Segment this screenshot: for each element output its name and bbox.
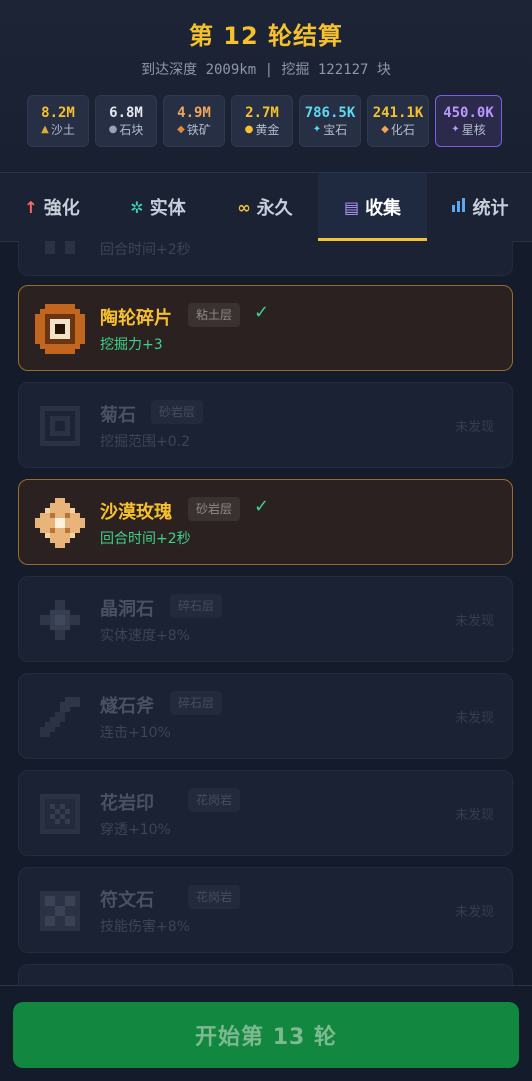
resource-label: 化石 (390, 123, 415, 137)
resource-iron: 4.9M ◆ 铁矿 (163, 95, 225, 147)
resource-value: 241.1K (372, 105, 424, 121)
summary-header: 第 12 轮结算 到达深度 2009km | 挖掘 122127 块 8.2M … (0, 0, 532, 172)
item-status: 未发现 (454, 711, 494, 726)
collection-item[interactable]: 陶轮碎片 粘土层 ✓ 挖掘力+3 (18, 285, 513, 371)
star-core-icon: ✦ (451, 124, 460, 135)
collection-item[interactable]: 晶洞石 碎石层 实体速度+8% 未发现 (18, 576, 513, 662)
item-name: 花岩印 (100, 793, 154, 814)
resource-value: 8.2M (41, 105, 75, 121)
item-effect: 回合时间+2秒 (100, 242, 191, 258)
item-name: 沙漠玫瑰 (100, 502, 172, 523)
item-layer-badge: 碎石层 (170, 594, 223, 618)
item-name: 晶洞石 (100, 599, 154, 620)
resource-label: 宝石 (323, 123, 348, 137)
resource-gold: 2.7M ● 黄金 (231, 95, 293, 147)
sand-icon: ▲ (41, 124, 49, 135)
list-icon: ▤ (343, 197, 360, 217)
depth-summary: 到达深度 2009km | 挖掘 122127 块 (141, 62, 391, 78)
resource-value: 786.5K (304, 105, 356, 121)
resource-label: 石块 (119, 123, 144, 137)
tab-permanent[interactable]: ∞ 永久 (212, 173, 318, 241)
ammonite-icon (40, 406, 80, 446)
item-layer-badge: 砂岩层 (188, 497, 241, 521)
resource-value: 2.7M (245, 105, 279, 121)
resource-label: 星核 (461, 123, 486, 137)
iron-ore-icon: ◆ (177, 124, 185, 135)
item-effect: 连击+10% (100, 725, 171, 741)
resource-value: 6.8M (109, 105, 143, 121)
item-effect: 回合时间+2秒 (100, 531, 191, 547)
item-effect: 技能伤害+8% (100, 919, 190, 935)
item-effect: 实体速度+8% (100, 628, 190, 644)
item-layer-badge: 碎石层 (170, 691, 223, 715)
item-status: 未发现 (454, 905, 494, 920)
item-name: 陶轮碎片 (100, 308, 172, 329)
collected-check-icon: ✓ (254, 496, 270, 517)
tab-upgrade[interactable]: ↑ 強化 (0, 173, 104, 241)
tab-bar: ↑ 強化 ✲ 实体 ∞ 永久 ▤ 收集 统计 (0, 172, 532, 242)
resource-fossil: 241.1K ◆ 化石 (367, 95, 429, 147)
resource-star-core: 450.0K ✦ 星核 (435, 95, 502, 147)
item-layer-badge: 花岗岩 (188, 788, 241, 812)
geode-icon (40, 600, 80, 640)
item-status: 未发现 (454, 420, 494, 435)
resource-label: 铁矿 (186, 123, 211, 137)
gem-icon: ✦ (312, 124, 322, 135)
start-next-round-button[interactable]: 开始第 13 轮 (13, 1002, 519, 1068)
desert-rose-icon (35, 498, 85, 548)
flint-axe-icon (40, 697, 80, 737)
resource-label: 黄金 (255, 123, 280, 137)
footer-bar: 开始第 13 轮 (0, 985, 532, 1081)
item-effect: 挖掘范围+0.2 (100, 434, 190, 450)
resource-sand: 8.2M ▲ 沙土 (27, 95, 89, 147)
item-name: 燧石斧 (100, 696, 154, 717)
bar-chart-icon (451, 197, 467, 217)
item-name: 符文石 (100, 890, 154, 911)
item-layer-badge: 粘土层 (188, 303, 241, 327)
resource-rock: 6.8M ● 石块 (95, 95, 157, 147)
gold-icon: ● (244, 124, 254, 135)
resource-value: 450.0K (443, 105, 494, 121)
tab-label: 永久 (256, 198, 293, 219)
collection-list[interactable]: 回合时间+2秒 陶轮碎片 粘土层 ✓ 挖掘力+3 菊石 砂岩层 挖掘范围+0.2… (0, 241, 532, 985)
item-status: 未发现 (454, 808, 494, 823)
collection-item[interactable]: 沙漠玫瑰 砂岩层 ✓ 回合时间+2秒 (18, 479, 513, 565)
collection-item[interactable]: 符文石 花岗岩 技能伤害+8% 未发现 (18, 867, 513, 953)
collection-item[interactable]: 燧石斧 碎石层 连击+10% 未发现 (18, 673, 513, 759)
item-layer-badge: 花岗岩 (188, 885, 241, 909)
rock-icon: ● (108, 124, 118, 135)
round-title: 第 12 轮结算 (188, 22, 344, 50)
resource-list: 8.2M ▲ 沙土 6.8M ● 石块 4.9M ◆ 铁矿 2.7M ● 黄金 786.… (27, 95, 502, 147)
tab-label: 统计 (472, 198, 509, 219)
tab-label: 实体 (149, 198, 186, 219)
rune-stone-icon (40, 891, 80, 931)
item-layer-badge: 砂岩层 (151, 400, 204, 424)
fossil-icon: ◆ (381, 124, 389, 135)
tab-label: 收集 (365, 198, 402, 219)
resource-value: 4.9M (177, 105, 211, 121)
tab-stats[interactable]: 统计 (427, 173, 532, 241)
resource-gem: 786.5K ✦ 宝石 (299, 95, 361, 147)
tab-entity[interactable]: ✲ 实体 (104, 173, 212, 241)
collection-item[interactable]: 花岩印 花岗岩 穿透+10% 未发现 (18, 770, 513, 856)
gear-icon: ✲ (130, 197, 144, 217)
granite-seal-icon (40, 794, 80, 834)
collected-check-icon: ✓ (254, 302, 270, 323)
item-effect: 挖掘力+3 (100, 337, 163, 353)
infinity-icon: ∞ (237, 197, 251, 217)
item-effect: 穿透+10% (100, 822, 171, 838)
tab-collection[interactable]: ▤ 收集 (318, 173, 427, 241)
collection-item[interactable] (18, 964, 513, 985)
arrow-up-icon: ↑ (24, 197, 38, 217)
resource-label: 沙土 (50, 123, 75, 137)
pottery-shard-icon (35, 304, 85, 354)
item-status: 未发现 (454, 614, 494, 629)
item-name: 菊石 (100, 405, 136, 426)
tab-label: 強化 (43, 198, 80, 219)
collection-item[interactable]: 回合时间+2秒 (18, 241, 513, 276)
hourglass-icon (45, 241, 75, 254)
collection-item[interactable]: 菊石 砂岩层 挖掘范围+0.2 未发现 (18, 382, 513, 468)
